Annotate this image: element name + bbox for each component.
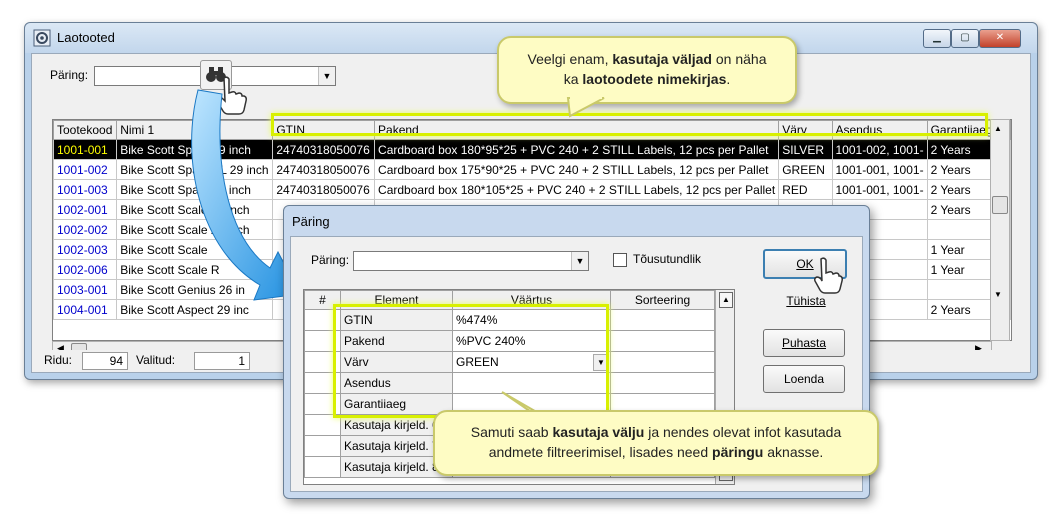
cell-code: 1001-001 xyxy=(53,139,118,160)
scroll-up-icon[interactable]: ▲ xyxy=(994,124,1002,133)
cell-code: 1002-002 xyxy=(53,219,118,240)
count-button-label: Loenda xyxy=(783,372,825,386)
callout-text: andmete filtreerimisel, lisades need xyxy=(488,444,713,460)
cell-code: 1002-003 xyxy=(53,239,118,260)
clear-button-label: Puhasta xyxy=(781,336,827,350)
close-icon: ✕ xyxy=(995,32,1005,43)
selected-count: 1 xyxy=(194,352,250,370)
count-button[interactable]: Loenda xyxy=(763,365,845,393)
scroll-thumb[interactable] xyxy=(992,196,1008,214)
clear-button[interactable]: Puhasta xyxy=(763,329,845,357)
maximize-button[interactable]: ▢ xyxy=(951,29,979,48)
dialog-query-combo[interactable]: ▼ xyxy=(353,251,589,271)
close-button[interactable]: ✕ xyxy=(979,29,1021,48)
cancel-button[interactable]: Tühista xyxy=(771,289,841,313)
callout-top: Veelgi enam, kasutaja väljad on näha ka … xyxy=(497,36,797,104)
query-label: Päring: xyxy=(50,68,89,82)
cancel-button-label: Tühista xyxy=(786,294,826,308)
maximize-icon: ▢ xyxy=(960,32,970,43)
callout-text: aknasse. xyxy=(763,444,824,460)
callout-bold: laotoodete nimekirjas xyxy=(582,71,727,87)
callout-text: Veelgi enam, xyxy=(527,51,613,67)
cell-asendus: 1001-001, 1001- xyxy=(831,159,928,180)
ascending-checkbox[interactable] xyxy=(613,253,627,267)
cell-code: 1002-006 xyxy=(53,259,118,280)
callout-text: ja nendes olevat infot kasutada xyxy=(644,424,842,440)
column-header[interactable]: Tootekood xyxy=(53,120,118,140)
cell-code: 1004-001 xyxy=(53,299,118,320)
dialog-query-label: Päring: xyxy=(311,253,350,267)
callout-text: on näha xyxy=(711,51,767,67)
cell-pakend: Cardboard box 180*105*25 + PVC 240 + 2 S… xyxy=(374,179,780,200)
cell-asendus: 1001-001, 1001- xyxy=(831,179,928,200)
cell-code: 1001-003 xyxy=(53,179,118,200)
query-highlight xyxy=(333,304,609,418)
header-highlight xyxy=(271,113,988,136)
minimize-icon: ▁ xyxy=(933,32,941,43)
callout-bottom: Samuti saab kasutaja välju ja nendes ole… xyxy=(433,410,879,476)
dialog-title: Päring xyxy=(292,214,330,229)
cell-asendus: 1001-002, 1001- xyxy=(831,139,928,160)
column-header: Sorteering xyxy=(610,290,715,310)
scroll-down-icon[interactable]: ▼ xyxy=(994,290,1002,299)
callout-bold: kasutaja väljad xyxy=(612,51,712,67)
chevron-down-icon[interactable]: ▼ xyxy=(571,252,588,270)
callout-top-pointer xyxy=(566,96,605,118)
cell-code: 1002-001 xyxy=(53,199,118,220)
vertical-scrollbar[interactable]: ▲ ▼ xyxy=(990,119,1010,341)
scroll-up-icon[interactable]: ▲ xyxy=(719,292,733,308)
cell-color: GREEN xyxy=(778,159,833,180)
app-icon xyxy=(33,29,51,47)
cell-pakend: Cardboard box 180*95*25 + PVC 240 + 2 ST… xyxy=(374,139,780,160)
window-title: Laotooted xyxy=(57,30,115,45)
callout-text: . xyxy=(726,71,731,87)
callout-bold: päringu xyxy=(712,444,764,460)
callout-bold: kasutaja välju xyxy=(552,424,645,440)
ok-button-label: OK xyxy=(796,257,814,271)
cell-color: RED xyxy=(778,179,833,200)
cell-color: SILVER xyxy=(778,139,833,160)
rows-count: 94 xyxy=(82,352,128,370)
ascending-label: Tõusutundlik xyxy=(633,252,702,266)
callout-text: ka xyxy=(563,71,583,87)
chevron-down-icon[interactable]: ▼ xyxy=(318,67,335,85)
rows-label: Ridu: xyxy=(44,353,73,367)
selected-label: Valitud: xyxy=(136,353,176,367)
callout-text: Samuti saab xyxy=(470,424,553,440)
minimize-button[interactable]: ▁ xyxy=(923,29,951,48)
cell-pakend: Cardboard box 175*90*25 + PVC 240 + 2 ST… xyxy=(374,159,780,180)
cell-code: 1003-001 xyxy=(53,279,118,300)
cell-code: 1001-002 xyxy=(53,159,118,180)
